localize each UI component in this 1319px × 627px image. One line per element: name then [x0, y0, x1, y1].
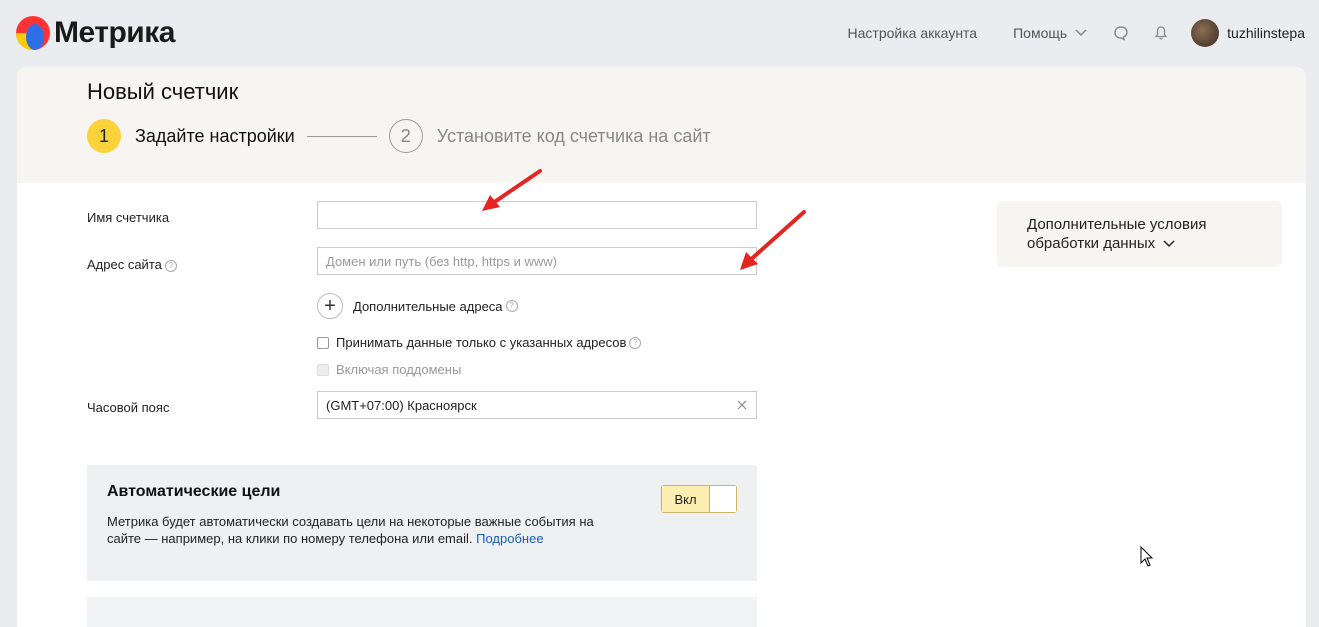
toggle-knob: [710, 486, 736, 512]
help-question-icon[interactable]: ?: [164, 259, 177, 272]
site-address-label-row: Адрес сайта?: [87, 257, 177, 272]
step-2-label: Установите код счетчика на сайт: [436, 125, 711, 146]
plus-icon: +: [317, 293, 343, 319]
new-counter-card: Новый счетчик 1 Задайте настройки 2 Уста…: [17, 67, 1306, 627]
additional-addresses-label: Дополнительные адреса: [353, 298, 503, 314]
chevron-down-icon: [1075, 29, 1087, 37]
step-1-label: Задайте настройки: [135, 125, 295, 146]
chat-icon[interactable]: [1111, 23, 1131, 43]
add-additional-addresses[interactable]: + Дополнительные адреса ?: [317, 293, 518, 319]
help-menu[interactable]: Помощь: [1013, 25, 1087, 41]
site-address-input[interactable]: Домен или путь (без http, https и www): [317, 247, 757, 275]
chevron-down-icon: [1163, 240, 1175, 248]
annotation-arrow-icon: [482, 169, 542, 211]
notifications-bell-icon[interactable]: [1151, 23, 1171, 43]
more-link[interactable]: Подробнее: [476, 531, 543, 546]
accept-only-specified-checkbox[interactable]: [317, 336, 329, 349]
conditions-line-1: Дополнительные условия: [1027, 216, 1207, 233]
toggle-on-label: Вкл: [662, 486, 710, 512]
accept-only-specified-row[interactable]: Принимать данные только с указанных адре…: [317, 335, 642, 350]
header-nav: Настройка аккаунта Помощь tuzhilinstepa: [848, 0, 1305, 66]
data-processing-conditions-panel[interactable]: Дополнительные условия обработки данных: [997, 201, 1282, 267]
auto-goals-description-block: Метрика будет автоматически создавать це…: [107, 513, 617, 547]
accept-only-specified-label: Принимать данные только с указанных адре…: [336, 335, 627, 350]
username[interactable]: tuzhilinstepa: [1227, 25, 1305, 41]
mouse-cursor-icon: [1140, 546, 1154, 567]
avatar[interactable]: [1191, 19, 1220, 47]
help-question-icon[interactable]: ?: [629, 336, 642, 349]
conditions-line-2-row: обработки данных: [1027, 234, 1252, 253]
step-2-number: 2: [388, 119, 423, 153]
step-divider: [306, 135, 377, 137]
timezone-select[interactable]: (GMT+07:00) Красноярск: [317, 391, 757, 419]
logo-text: Метрика: [54, 16, 175, 49]
step-1-number: 1: [87, 119, 121, 153]
account-settings-link[interactable]: Настройка аккаунта: [848, 25, 978, 41]
card-header: Новый счетчик 1 Задайте настройки 2 Уста…: [17, 67, 1306, 183]
top-header: Метрика Настройка аккаунта Помощь tuzhil…: [0, 0, 1319, 66]
timezone-value: (GMT+07:00) Красноярск: [326, 397, 477, 413]
metrika-logo[interactable]: Метрика: [16, 16, 175, 50]
page-title: Новый счетчик: [87, 79, 239, 104]
include-subdomains-label: Включая поддомены: [336, 362, 462, 377]
annotation-arrow-icon: [740, 210, 806, 270]
stepper: 1 Задайте настройки 2 Установите код сче…: [87, 119, 711, 153]
help-question-icon[interactable]: ?: [505, 300, 518, 312]
auto-goals-toggle[interactable]: Вкл: [661, 485, 737, 513]
include-subdomains-checkbox: [317, 363, 329, 376]
conditions-line-2: обработки данных: [1027, 235, 1156, 252]
clear-icon[interactable]: [736, 399, 748, 411]
help-label: Помощь: [1013, 25, 1068, 41]
counter-name-label: Имя счетчика: [87, 210, 170, 225]
metrika-logo-icon: [16, 16, 50, 50]
timezone-label: Часовой пояс: [87, 400, 170, 415]
auto-goals-title: Автоматические цели: [107, 483, 281, 500]
site-address-label: Адрес сайта: [87, 257, 162, 272]
auto-goals-section: Автоматические цели Метрика будет автома…: [87, 465, 757, 581]
include-subdomains-row: Включая поддомены: [317, 362, 461, 377]
